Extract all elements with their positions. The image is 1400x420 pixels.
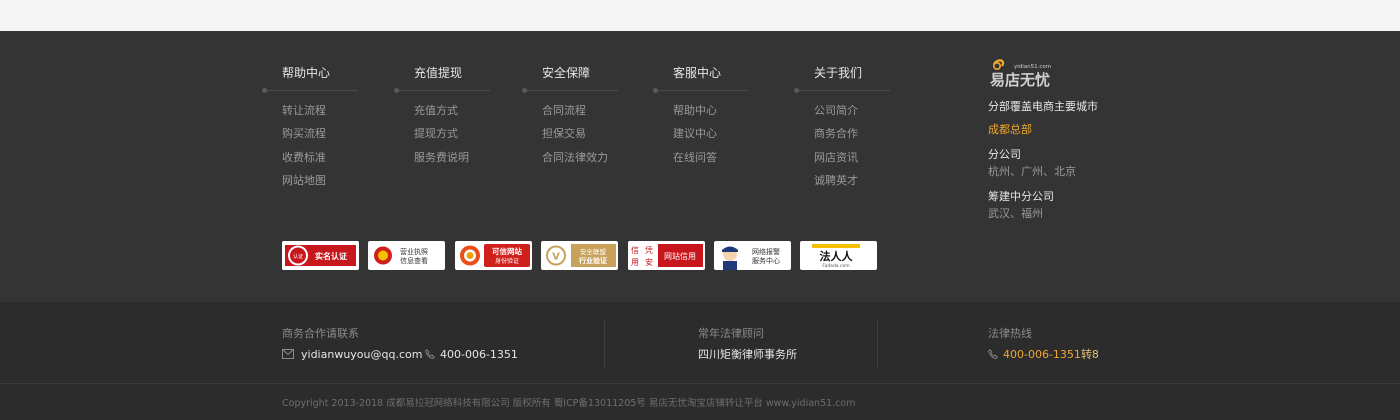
column-title: 帮助中心: [282, 66, 331, 80]
national-emblem-icon: 营业执照 信息查看: [374, 246, 428, 265]
column-divider: [794, 88, 890, 93]
badge-business-license[interactable]: 营业执照 信息查看: [368, 241, 445, 270]
badge-site-credit[interactable]: 信 凭 用 安 网站信用: [628, 241, 705, 270]
trusted-site-icon: 可信网站 身份验证: [460, 244, 530, 267]
logo-text: 易店无忧: [990, 71, 1050, 88]
svg-text:服务中心: 服务中心: [752, 256, 780, 265]
column-divider: [262, 88, 358, 93]
svg-text:安全联盟: 安全联盟: [580, 247, 607, 256]
column-divider: [394, 88, 490, 93]
planned-branch-title: 筹建中分公司: [988, 190, 1054, 203]
top-page-strip: [0, 0, 1400, 31]
legal-advisor: 常年法律顾问 四川矩衡律师事务所: [698, 327, 797, 361]
svg-text:营业执照: 营业执照: [400, 247, 428, 256]
column-title: 充值提现: [414, 66, 463, 80]
footer-link[interactable]: 公司简介: [814, 104, 858, 128]
column-links: 合同流程 担保交易 合同法律效力: [542, 104, 608, 175]
column-links: 充值方式 提现方式 服务费说明: [414, 104, 469, 175]
footer-link[interactable]: 网站地图: [282, 175, 326, 198]
svg-text:信息查看: 信息查看: [400, 256, 428, 265]
police-icon: 网络报警 服务中心: [722, 246, 780, 270]
security-alliance-icon: V 安全联盟 行业验证: [546, 244, 616, 267]
column-links: 转让流程 购买流程 收费标准 网站地图: [282, 104, 326, 199]
svg-text:行业验证: 行业验证: [578, 256, 607, 265]
footer-link[interactable]: 合同法律效力: [542, 151, 608, 175]
footer-link[interactable]: 商务合作: [814, 128, 858, 151]
badge-trusted-site[interactable]: 可信网站 身份验证: [455, 241, 532, 270]
footer-link[interactable]: 提现方式: [414, 128, 469, 151]
badge-seal-text: 认证: [293, 253, 303, 260]
footer-column-help: 帮助中心 转让流程 购买流程 收费标准 网站地图: [262, 66, 358, 187]
footer-column-recharge: 充值提现 充值方式 提现方式 服务费说明: [394, 66, 490, 163]
branch-cities: 杭州、广州、北京: [988, 165, 1076, 178]
hotline-number[interactable]: 400-006-1351转8: [1003, 349, 1099, 361]
hotline-number-text: 400-006-1351: [1003, 348, 1081, 361]
logo-domain: yidian51.com: [1014, 64, 1051, 70]
hq-link[interactable]: 成都总部: [988, 124, 1032, 136]
badge-real-name[interactable]: 认证 实名认证: [282, 241, 359, 270]
footer-column-about: 关于我们 公司简介 商务合作 网店资讯 诚聘英才: [794, 66, 890, 187]
copyright-text: Copyright 2013-2018 成都易拉冠网络科技有限公司 版权所有 蜀…: [282, 398, 856, 409]
column-title: 客服中心: [673, 66, 722, 80]
email-link[interactable]: yidianwuyou@qq.com: [301, 349, 422, 361]
brand-logo[interactable]: 易店无忧 yidian51.com: [988, 58, 1062, 88]
footer-link[interactable]: 收费标准: [282, 151, 326, 175]
lawyer-name: 四川矩衡律师事务所: [698, 348, 797, 361]
footer-contact-band: [0, 302, 1400, 383]
hotline-extension: 转8: [1080, 348, 1099, 361]
footer-column-security: 安全保障 合同流程 担保交易 合同法律效力: [522, 66, 618, 163]
footer-link[interactable]: 转让流程: [282, 104, 326, 128]
svg-text:凭: 凭: [645, 245, 653, 255]
badge-sub-label: Fadada.com: [822, 263, 849, 269]
contact-divider: [877, 320, 878, 368]
svg-text:可信网站: 可信网站: [492, 246, 522, 256]
svg-text:身份验证: 身份验证: [495, 257, 519, 265]
real-name-badge-icon: 认证 实名认证: [282, 241, 359, 270]
badge-security-alliance[interactable]: V 安全联盟 行业验证: [541, 241, 618, 270]
footer-link[interactable]: 合同流程: [542, 104, 608, 128]
column-links: 帮助中心 建议中心 在线问答: [673, 104, 717, 175]
svg-text:信: 信: [631, 245, 639, 255]
contact-divider: [604, 320, 605, 368]
column-divider: [653, 88, 749, 93]
brand-logo-icon: 易店无忧 yidian51.com: [990, 59, 1051, 88]
fadada-logo-icon: 法人人 Fadada.com: [812, 244, 860, 269]
branch-title: 分公司: [988, 148, 1021, 161]
column-title: 安全保障: [542, 66, 591, 80]
coverage-text: 分部覆盖电商主要城市: [988, 100, 1098, 113]
lawyer-label: 常年法律顾问: [698, 327, 764, 340]
svg-text:网络报警: 网络报警: [752, 247, 780, 256]
credit-seal-icon: 信 凭 用 安 网站信用: [628, 241, 703, 270]
footer-link[interactable]: 建议中心: [673, 128, 717, 151]
hotline-label: 法律热线: [988, 327, 1032, 340]
mail-icon: [282, 349, 294, 359]
badge-fadada[interactable]: 法人人 Fadada.com: [800, 241, 877, 270]
footer-link[interactable]: 诚聘英才: [814, 175, 858, 198]
legal-hotline: 法律热线 400-006-1351转8: [988, 327, 1099, 361]
footer-link[interactable]: 担保交易: [542, 128, 608, 151]
footer-link[interactable]: 服务费说明: [414, 151, 469, 175]
footer-link[interactable]: 网店资讯: [814, 151, 858, 175]
footer-link[interactable]: 在线问答: [673, 151, 717, 175]
svg-text:V: V: [552, 252, 560, 263]
badge-label: 网站信用: [664, 251, 696, 261]
phone-icon: [988, 349, 998, 359]
phone-icon: [425, 349, 435, 359]
planned-branch-cities: 武汉、福州: [988, 207, 1043, 220]
business-contact: 商务合作请联系 yidianwuyou@qq.com 400-006-1351: [282, 327, 518, 361]
column-title: 关于我们: [814, 66, 863, 80]
svg-text:安: 安: [645, 257, 653, 267]
badge-police-center[interactable]: 网络报警 服务中心: [714, 241, 791, 270]
business-label: 商务合作请联系: [282, 327, 359, 340]
footer-column-service: 客服中心 帮助中心 建议中心 在线问答: [653, 66, 749, 163]
column-divider: [522, 88, 618, 93]
footer-link[interactable]: 购买流程: [282, 128, 326, 151]
column-links: 公司简介 商务合作 网店资讯 诚聘英才: [814, 104, 858, 199]
badge-label: 实名认证: [315, 251, 347, 261]
svg-text:用: 用: [631, 258, 639, 267]
footer-link[interactable]: 充值方式: [414, 104, 469, 128]
phone-number[interactable]: 400-006-1351: [440, 349, 518, 361]
badge-label: 法人人: [820, 249, 854, 263]
footer-link[interactable]: 帮助中心: [673, 104, 717, 128]
